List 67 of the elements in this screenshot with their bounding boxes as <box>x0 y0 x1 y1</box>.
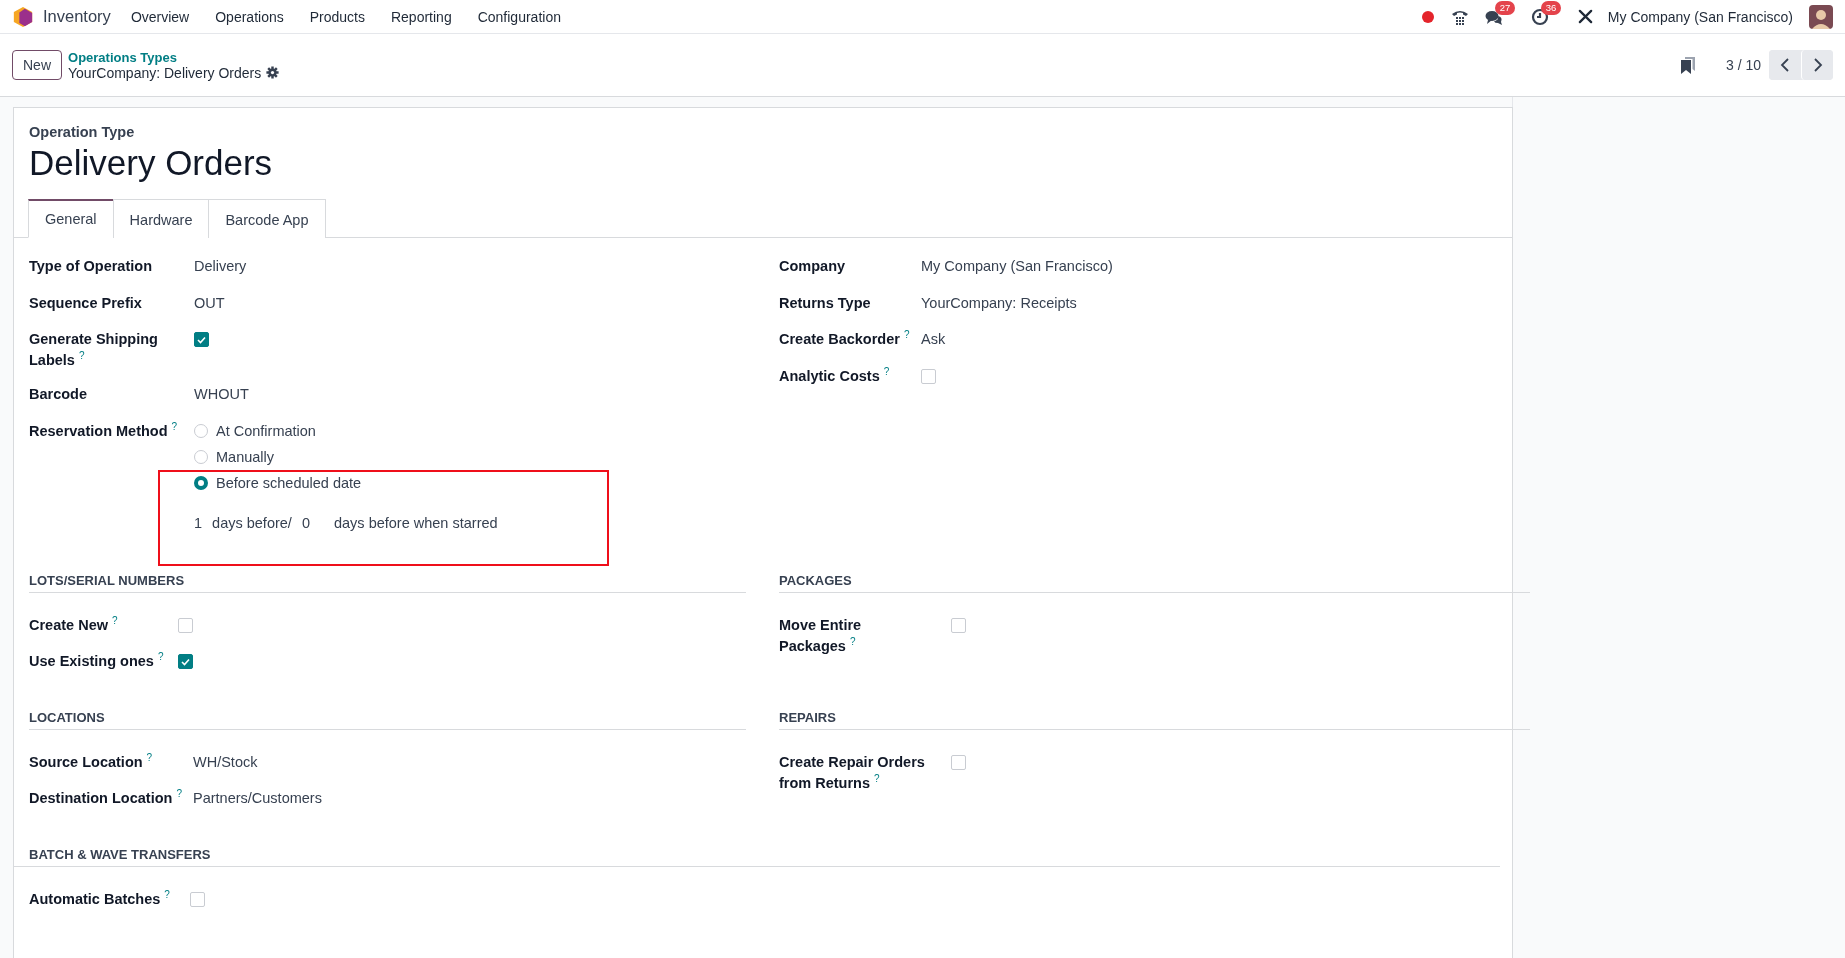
form-subtitle: Operation Type <box>29 124 135 140</box>
app-logo <box>12 5 34 28</box>
field-value[interactable]: My Company (San Francisco) <box>921 256 1113 277</box>
pager-value: 3 / 10 <box>1725 57 1761 73</box>
bookmark-icon[interactable] <box>1679 56 1696 74</box>
new-button[interactable]: New <box>12 50 62 80</box>
field-label: Analytic Costs $^{?}$ <box>779 365 890 386</box>
field-value[interactable]: YourCompany: Receipts <box>921 292 1077 314</box>
field-label: Create New $^{?}$ <box>29 614 118 635</box>
field-value[interactable]: OUT <box>194 292 225 314</box>
check-icon <box>197 335 206 344</box>
field-label: Company <box>779 257 846 276</box>
breadcrumb-link[interactable]: Operations Types <box>68 49 280 65</box>
app-name[interactable]: Inventory <box>43 7 111 26</box>
check-icon <box>181 657 190 666</box>
radio-label[interactable]: At Confirmation <box>216 420 316 442</box>
menu-item[interactable]: Configuration <box>477 8 561 25</box>
checkbox[interactable] <box>178 654 193 669</box>
radio-label[interactable]: Manually <box>216 446 275 468</box>
section-heading: LOTS/SERIAL NUMBERS <box>29 572 746 593</box>
field-label: Sequence Prefix <box>29 293 142 313</box>
activity-count-badge: 36 <box>1540 0 1562 15</box>
avatar-icon[interactable] <box>1809 4 1833 29</box>
settings-icon[interactable] <box>266 66 280 79</box>
field-label: Source Location $^{?}$ <box>29 751 153 772</box>
menu-item[interactable]: Operations <box>215 8 284 25</box>
radio-label[interactable]: Before scheduled date <box>216 472 362 494</box>
starred-days-label: days before when starred <box>333 513 498 533</box>
menu-item[interactable]: Products <box>309 8 365 25</box>
field-label: Returns Type <box>779 293 871 313</box>
chevron-right-icon <box>1812 58 1823 72</box>
next-button[interactable] <box>1801 50 1833 80</box>
checkbox[interactable] <box>194 332 209 347</box>
section-heading: LOCATIONS <box>29 709 746 730</box>
tab[interactable]: Hardware <box>112 199 210 238</box>
recording-dot-icon[interactable] <box>1420 9 1435 24</box>
company-switcher[interactable]: My Company (San Francisco) <box>1607 8 1793 25</box>
record-name: YourCompany: Delivery Orders <box>68 64 262 81</box>
tab[interactable]: General <box>28 199 114 238</box>
section-heading: BATCH & WAVE TRANSFERS <box>14 846 1500 867</box>
chevron-left-icon <box>1780 58 1790 72</box>
radio-button[interactable] <box>194 476 208 490</box>
field-value[interactable]: WH/Stock <box>193 751 258 773</box>
field-label: Automatic Batches $^{?}$ <box>29 888 170 909</box>
tab[interactable]: Barcode App <box>208 199 326 238</box>
field-label: Generate Shipping Labels $^{?}$ <box>29 330 159 370</box>
field-value[interactable]: WHOUT <box>194 384 249 405</box>
record-title: Delivery Orders <box>29 142 273 184</box>
field-label: Reservation Method $^{?}$ <box>29 420 178 441</box>
section-heading: PACKAGES <box>779 572 1530 593</box>
field-label: Create Repair Orders from Returns $^{?}$ <box>779 752 926 793</box>
field-value[interactable]: Ask <box>921 329 946 350</box>
message-count-badge: 27 <box>1494 0 1516 15</box>
field-label: Move Entire Packages $^{?}$ <box>779 615 863 656</box>
field-label: Create Backorder $^{?}$ <box>779 329 910 349</box>
field-value[interactable]: Delivery <box>194 256 247 277</box>
days-before-label: days before/ <box>212 513 292 533</box>
starred-days-input[interactable]: 0 <box>301 512 310 534</box>
days-before-input[interactable]: 1 <box>194 512 203 534</box>
menu-item[interactable]: Overview <box>130 8 190 25</box>
field-label: Type of Operation <box>29 257 152 276</box>
field-value[interactable]: Partners/Customers <box>193 788 322 809</box>
menu-item[interactable]: Reporting <box>390 8 452 25</box>
field-label: Destination Location $^{?}$ <box>29 788 182 808</box>
field-label: Use Existing ones $^{?}$ <box>29 651 164 671</box>
section-heading: REPAIRS <box>779 709 1530 730</box>
field-label: Barcode <box>29 385 88 404</box>
